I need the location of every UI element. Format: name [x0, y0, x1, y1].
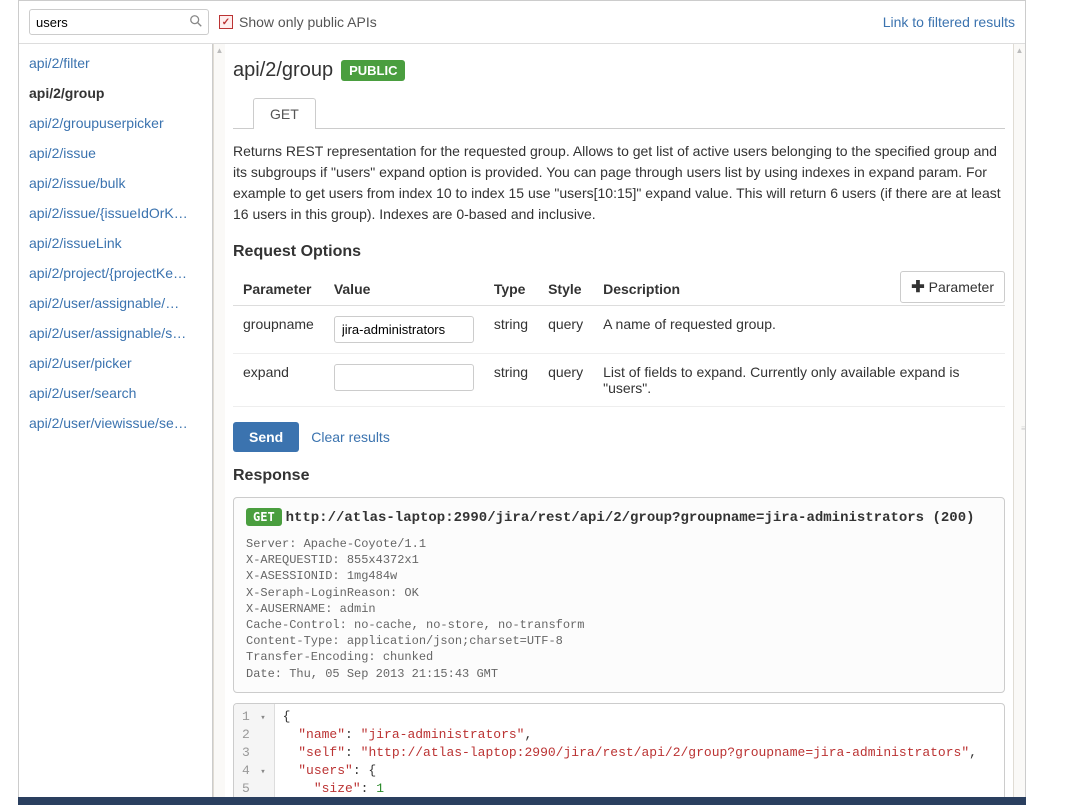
param-value-input[interactable] — [334, 316, 474, 343]
search-icon[interactable] — [189, 14, 203, 31]
param-type: string — [484, 354, 538, 407]
response-url: http://atlas-laptop:2990/jira/rest/api/2… — [286, 510, 975, 526]
param-style: query — [538, 306, 593, 354]
add-parameter-button[interactable]: ✚ Parameter — [900, 271, 1005, 303]
page-title: api/2/group — [233, 59, 333, 82]
method-tabs: GET — [233, 97, 1005, 129]
response-box: GET http://atlas-laptop:2990/jira/rest/a… — [233, 497, 1005, 693]
json-response: 1 ▾2 3 4 ▾5 { "name": "jira-administrato… — [233, 703, 1005, 804]
send-button[interactable]: Send — [233, 422, 299, 452]
description-text: Returns REST representation for the requ… — [233, 141, 1005, 225]
bottom-bar — [18, 797, 1026, 805]
param-style: query — [538, 354, 593, 407]
sidebar-item-11[interactable]: api/2/user/search — [19, 378, 212, 408]
sidebar-item-0[interactable]: api/2/filter — [19, 48, 212, 78]
clear-results-link[interactable]: Clear results — [311, 429, 390, 445]
sidebar-item-12[interactable]: api/2/user/viewissue/se… — [19, 408, 212, 438]
request-options-title: Request Options — [233, 243, 1005, 261]
search-input[interactable] — [29, 9, 209, 35]
tab-get[interactable]: GET — [253, 98, 316, 129]
table-header: Style — [538, 273, 593, 306]
sidebar-item-3[interactable]: api/2/issue — [19, 138, 212, 168]
param-name: groupname — [233, 306, 324, 354]
sidebar-item-1[interactable]: api/2/group — [19, 78, 212, 108]
parameters-table: ParameterValueTypeStyleDescription group… — [233, 273, 1005, 407]
show-public-label: Show only public APIs — [239, 14, 377, 30]
table-row: expand stringqueryList of fields to expan… — [233, 354, 1005, 407]
table-row: groupname stringqueryA name of requested … — [233, 306, 1005, 354]
sidebar-item-9[interactable]: api/2/user/assignable/s… — [19, 318, 212, 348]
sidebar-item-6[interactable]: api/2/issueLink — [19, 228, 212, 258]
response-title: Response — [233, 467, 1005, 485]
param-desc: List of fields to expand. Currently only… — [593, 354, 1005, 407]
table-header: Value — [324, 273, 484, 306]
param-name: expand — [233, 354, 324, 407]
param-desc: A name of requested group. — [593, 306, 1005, 354]
sidebar-item-8[interactable]: api/2/user/assignable/… — [19, 288, 212, 318]
main-content: ⋮ api/2/group PUBLIC GET Returns REST re… — [213, 44, 1025, 804]
table-header: Type — [484, 273, 538, 306]
show-public-checkbox[interactable]: ✓ Show only public APIs — [219, 14, 377, 30]
param-value-input[interactable] — [334, 364, 474, 391]
param-type: string — [484, 306, 538, 354]
method-badge: GET — [246, 508, 282, 526]
sidebar-item-5[interactable]: api/2/issue/{issueIdOrK… — [19, 198, 212, 228]
checkbox-icon: ✓ — [219, 15, 233, 29]
topbar: ✓ Show only public APIs Link to filtered… — [19, 1, 1025, 44]
sidebar-item-4[interactable]: api/2/issue/bulk — [19, 168, 212, 198]
plus-icon: ✚ — [911, 277, 924, 297]
link-filtered-results[interactable]: Link to filtered results — [883, 14, 1015, 30]
response-headers: Server: Apache-Coyote/1.1 X-AREQUESTID: … — [246, 536, 992, 682]
sidebar: api/2/filterapi/2/groupapi/2/groupuserpi… — [19, 44, 213, 804]
sidebar-item-7[interactable]: api/2/project/{projectKe… — [19, 258, 212, 288]
main-scrollbar[interactable]: ▲ ≡ — [1013, 44, 1025, 804]
sidebar-item-10[interactable]: api/2/user/picker — [19, 348, 212, 378]
sidebar-item-2[interactable]: api/2/groupuserpicker — [19, 108, 212, 138]
public-badge: PUBLIC — [341, 60, 405, 81]
table-header: Parameter — [233, 273, 324, 306]
splitter-handle[interactable]: ⋮ — [213, 424, 217, 428]
